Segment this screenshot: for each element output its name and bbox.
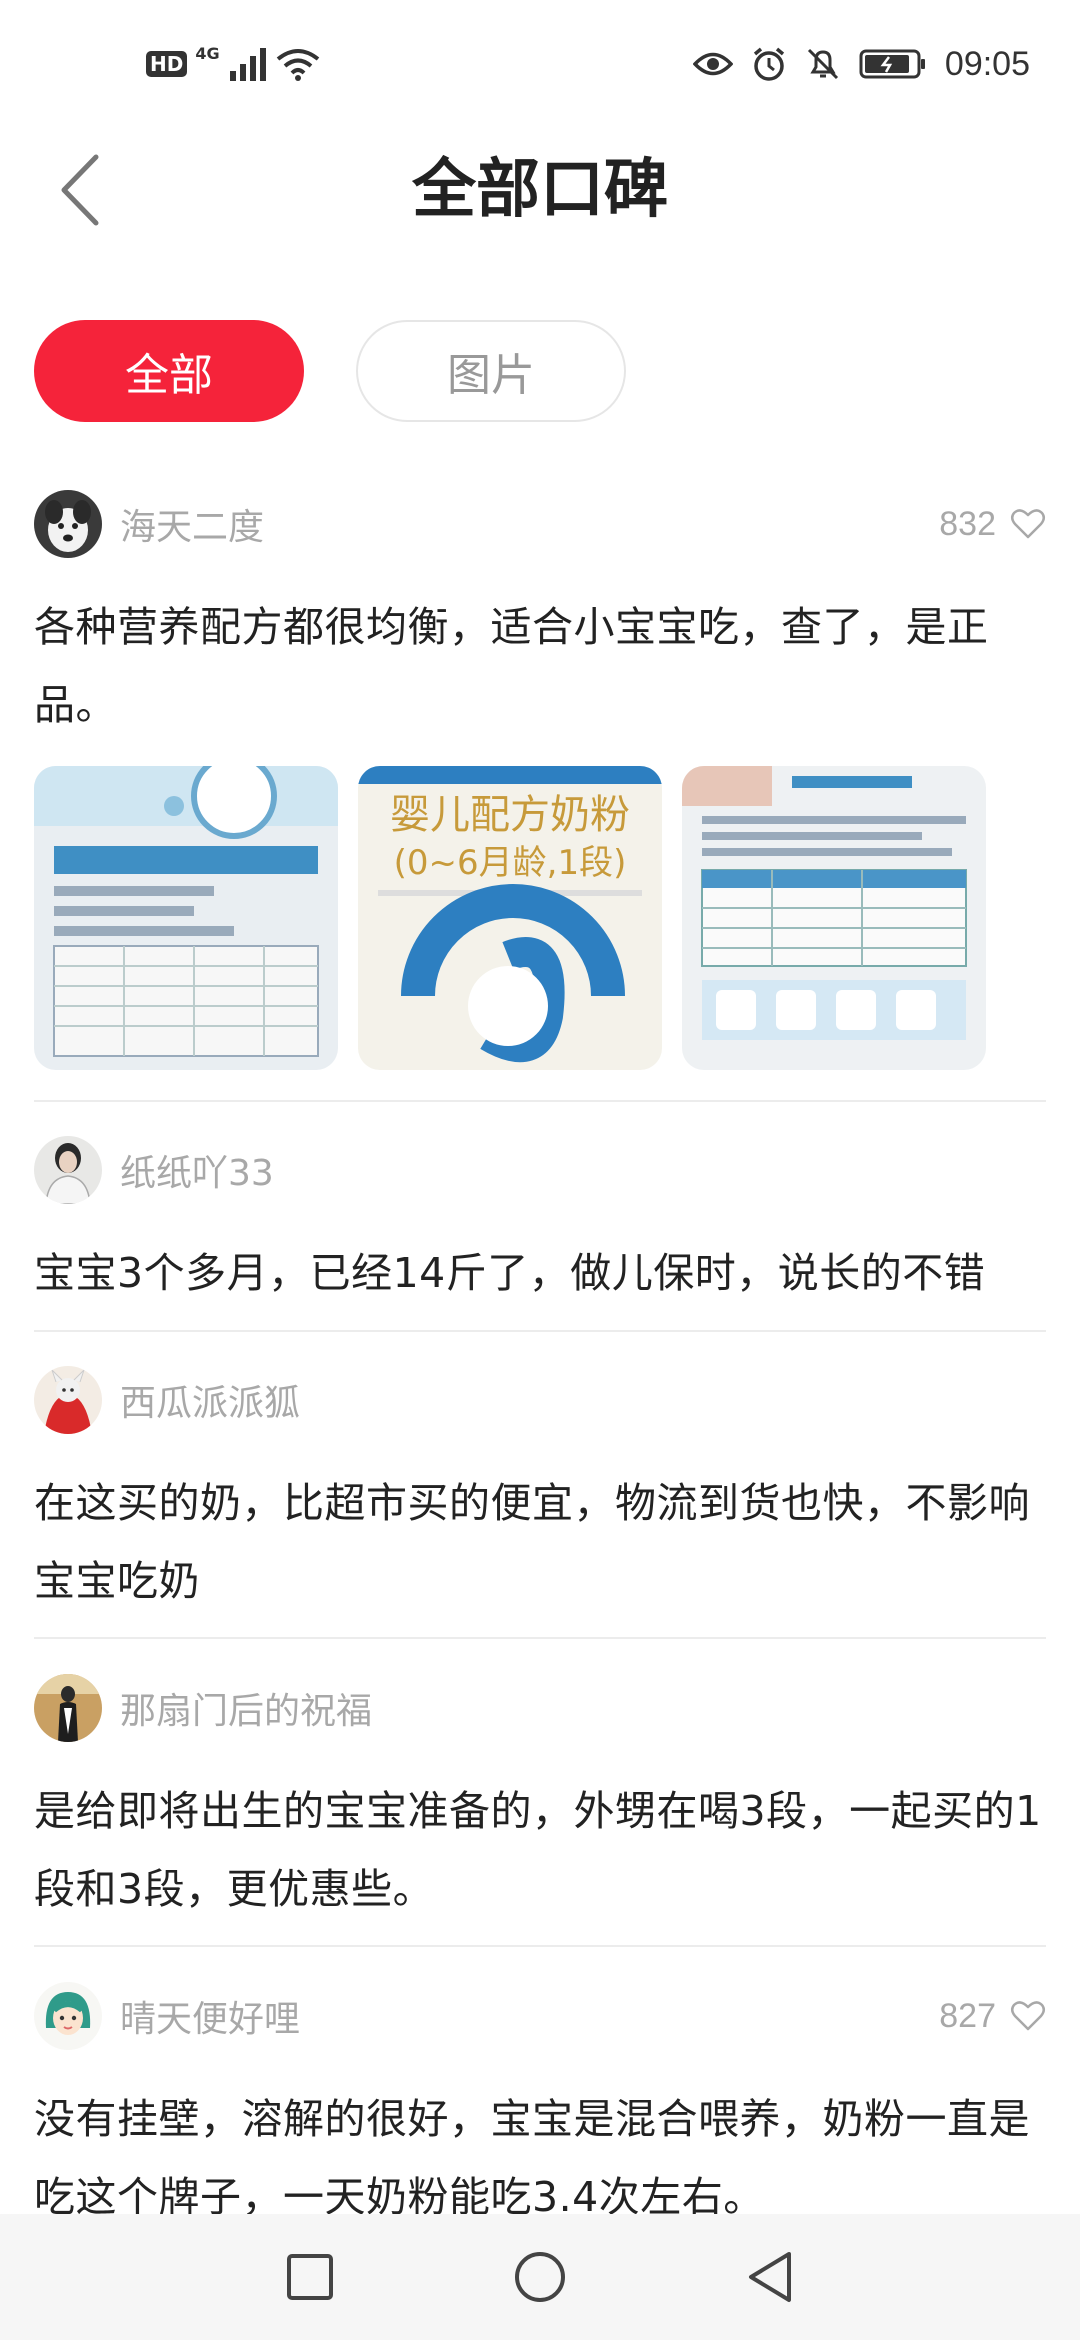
- review-text: 是给即将出生的宝宝准备的，外甥在喝3段，一起买的1段和3段，更优惠些。: [34, 1787, 1042, 1913]
- signal-icon: [229, 48, 266, 81]
- review-photo[interactable]: [682, 766, 986, 1070]
- user-name[interactable]: 那扇门后的祝福: [120, 1682, 372, 1734]
- eye-icon: [692, 52, 733, 76]
- review-header: 海天二度 832: [34, 488, 1046, 560]
- avatar[interactable]: [34, 1982, 102, 2050]
- review-text: 在这买的奶，比超市买的便宜，物流到货也快，不影响宝宝吃奶: [34, 1479, 1030, 1605]
- tab-images[interactable]: 图片: [356, 320, 626, 422]
- filter-tabs: 全部 图片: [34, 320, 626, 422]
- status-left: HD 4G: [146, 44, 320, 84]
- divider: [34, 1100, 1046, 1102]
- triangle-back-icon: [749, 2252, 791, 2302]
- square-icon: [287, 2254, 333, 2300]
- page-title: 全部口碑: [412, 153, 668, 227]
- mute-icon: [807, 48, 838, 80]
- review-header: 纸纸吖33: [34, 1134, 1046, 1206]
- header: 全部口碑: [0, 130, 1080, 250]
- user-name[interactable]: 西瓜派派狐: [120, 1374, 300, 1426]
- recents-button[interactable]: [270, 2237, 350, 2317]
- divider: [34, 1637, 1046, 1639]
- clock: 09:05: [944, 44, 1030, 83]
- review-text: 各种营养配方都很均衡，适合小宝宝吃，查了，是正品。: [34, 603, 989, 729]
- home-button[interactable]: [500, 2237, 580, 2317]
- like-button[interactable]: 832: [939, 488, 1046, 560]
- back-nav-button[interactable]: [730, 2237, 810, 2317]
- user-name[interactable]: 海天二度: [120, 498, 264, 550]
- heart-icon: [1011, 2001, 1045, 2031]
- user-name[interactable]: 晴天便好哩: [120, 1990, 300, 2042]
- alarm-icon: [753, 47, 785, 81]
- review-item: 晴天便好哩 827 没有挂壁，溶解的很好，宝宝是混合喂养，奶粉一直是吃这个牌子，…: [34, 1980, 1046, 2236]
- avatar[interactable]: [34, 1674, 102, 1742]
- status-bar: HD 4G 09:05: [0, 0, 1080, 120]
- review-header: 西瓜派派狐: [34, 1364, 1046, 1436]
- circle-icon: [515, 2252, 565, 2302]
- review-item: 海天二度 832 各种营养配方都很均衡，适合小宝宝吃，查了，是正品。 婴儿配方奶…: [34, 488, 1046, 1070]
- photo-caption: 婴儿配方奶粉: [390, 792, 630, 838]
- avatar[interactable]: [34, 1366, 102, 1434]
- review-header: 那扇门后的祝福: [34, 1672, 1046, 1744]
- tab-all[interactable]: 全部: [34, 320, 304, 422]
- network-type: 4G: [195, 44, 220, 63]
- review-text: 没有挂壁，溶解的很好，宝宝是混合喂养，奶粉一直是吃这个牌子，一天奶粉能吃3.4次…: [34, 2095, 1030, 2221]
- divider: [34, 1330, 1046, 1332]
- hd-badge: HD: [146, 51, 188, 77]
- like-count: 827: [939, 1996, 996, 2035]
- status-right: 09:05: [692, 42, 1030, 86]
- system-nav-bar: [0, 2214, 1080, 2340]
- like-count: 832: [939, 504, 996, 543]
- review-header: 晴天便好哩 827: [34, 1980, 1046, 2052]
- battery-icon: [859, 49, 925, 79]
- heart-icon: [1011, 509, 1045, 539]
- like-button[interactable]: 827: [939, 1980, 1046, 2052]
- review-item: 西瓜派派狐 在这买的奶，比超市买的便宜，物流到货也快，不影响宝宝吃奶: [34, 1364, 1046, 1620]
- review-photos: 婴儿配方奶粉 (0~6月龄,1段): [34, 766, 1046, 1070]
- review-photo[interactable]: [34, 766, 338, 1070]
- review-text: 宝宝3个多月，已经14斤了，做儿保时，说长的不错: [34, 1249, 986, 1297]
- user-name[interactable]: 纸纸吖33: [120, 1144, 274, 1196]
- divider: [34, 1945, 1046, 1947]
- avatar[interactable]: [34, 490, 102, 558]
- photo-caption-sub: (0~6月龄,1段): [394, 843, 627, 883]
- avatar[interactable]: [34, 1136, 102, 1204]
- wifi-icon: [276, 49, 319, 81]
- review-item: 那扇门后的祝福 是给即将出生的宝宝准备的，外甥在喝3段，一起买的1段和3段，更优…: [34, 1672, 1046, 1928]
- review-photo[interactable]: 婴儿配方奶粉 (0~6月龄,1段): [358, 766, 662, 1070]
- review-item: 纸纸吖33 宝宝3个多月，已经14斤了，做儿保时，说长的不错: [34, 1134, 1046, 1312]
